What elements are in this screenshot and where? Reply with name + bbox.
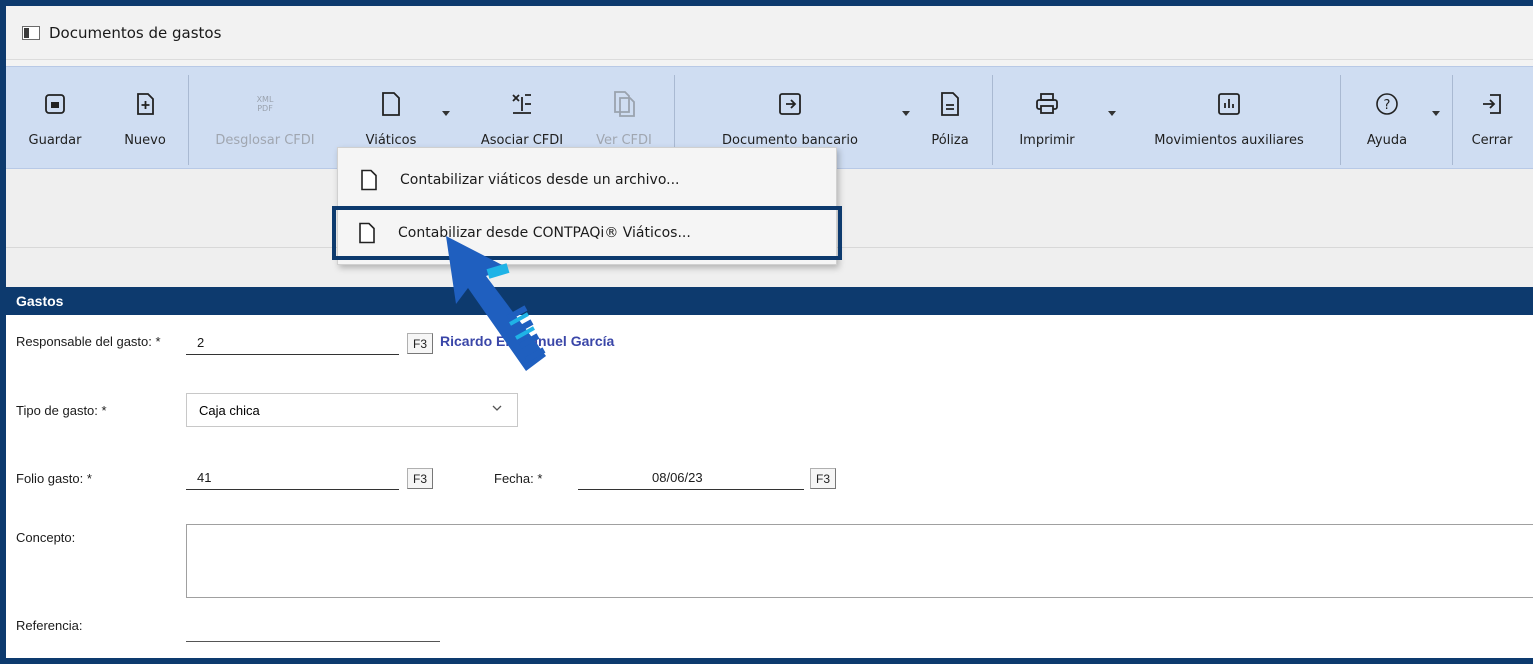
window-title: Documentos de gastos: [49, 23, 222, 42]
folio-gasto-label: Folio gasto: *: [16, 471, 92, 486]
save-label: Guardar: [28, 133, 82, 148]
referencia-input[interactable]: [186, 641, 440, 642]
fecha-f3-button[interactable]: F3: [810, 468, 836, 489]
help-label: Ayuda: [1366, 133, 1408, 148]
exit-icon: [1480, 87, 1504, 121]
fecha-label: Fecha: *: [494, 471, 543, 486]
menu-item-from-contpaqi-viaticos[interactable]: Contabilizar desde CONTPAQi® Viáticos...: [332, 206, 842, 260]
printer-icon: [1035, 87, 1059, 121]
close-label: Cerrar: [1471, 133, 1513, 148]
print-dropdown-caret-icon[interactable]: [1108, 111, 1116, 116]
svg-text:XML: XML: [257, 95, 274, 104]
separator: [992, 75, 993, 165]
document-icon: [380, 87, 402, 121]
menu-item-label: Contabilizar desde CONTPAQi® Viáticos...: [398, 225, 691, 241]
responsable-f3-button[interactable]: F3: [407, 333, 433, 354]
xml-pdf-icon: XML PDF: [252, 87, 278, 121]
viaticos-dropdown-caret-icon[interactable]: [442, 111, 450, 116]
new-button[interactable]: Nuevo: [110, 87, 180, 167]
folio-gasto-input[interactable]: 41: [197, 470, 211, 485]
title-bar: Documentos de gastos: [6, 6, 1533, 60]
auxiliary-movements-label: Movimientos auxiliares: [1154, 133, 1304, 148]
responsable-underline: [186, 354, 399, 355]
window-icon: [22, 25, 40, 40]
save-button[interactable]: Guardar: [16, 87, 94, 167]
new-label: Nuevo: [124, 133, 166, 148]
folio-f3-button[interactable]: F3: [407, 468, 433, 489]
print-label: Imprimir: [1019, 133, 1075, 148]
poliza-icon: [939, 87, 961, 121]
referencia-label: Referencia:: [16, 618, 83, 633]
print-button[interactable]: Imprimir: [1000, 87, 1094, 167]
help-button[interactable]: ? Ayuda: [1350, 87, 1424, 167]
fecha-underline: [578, 489, 804, 490]
section-title: Gastos: [16, 293, 64, 309]
responsable-name: Ricardo Emmanuel García: [440, 333, 615, 349]
tipo-gasto-label: Tipo de gasto: *: [16, 403, 107, 418]
associate-icon: [509, 87, 535, 121]
fecha-input[interactable]: 08/06/23: [652, 470, 703, 485]
concepto-label: Concepto:: [16, 530, 76, 545]
responsable-input[interactable]: 2: [197, 335, 204, 350]
app-window: Documentos de gastos Guardar Nuevo XML PD…: [0, 0, 1533, 664]
view-cfdi-label: Ver CFDI: [596, 133, 652, 148]
section-header: Gastos: [6, 287, 1533, 315]
svg-text:PDF: PDF: [257, 104, 273, 113]
breakdown-cfdi-label: Desglosar CFDI: [215, 133, 315, 148]
new-document-icon: [135, 87, 155, 121]
expense-form: Responsable del gasto: * 2 F3 Ricardo Em…: [6, 315, 1533, 658]
help-dropdown-caret-icon[interactable]: [1432, 111, 1440, 116]
breakdown-cfdi-button[interactable]: XML PDF Desglosar CFDI: [200, 87, 330, 167]
document-icon: [336, 222, 398, 244]
save-icon: [44, 87, 66, 121]
svg-text:?: ?: [1384, 98, 1391, 113]
poliza-button[interactable]: Póliza: [916, 87, 984, 167]
close-button[interactable]: Cerrar: [1460, 87, 1524, 167]
viaticos-dropdown-menu: Contabilizar viáticos desde un archivo..…: [332, 147, 842, 265]
bank-document-icon: [777, 87, 803, 121]
bank-document-dropdown-caret-icon[interactable]: [902, 111, 910, 116]
separator: [188, 75, 189, 165]
concepto-textarea[interactable]: [186, 524, 1533, 598]
menu-item-label: Contabilizar viáticos desde un archivo..…: [400, 172, 680, 188]
viaticos-label: Viáticos: [365, 133, 417, 148]
separator: [1452, 75, 1453, 165]
chevron-down-icon: [491, 402, 503, 417]
tipo-gasto-value: Caja chica: [199, 402, 260, 418]
tipo-gasto-select[interactable]: Caja chica: [186, 393, 518, 427]
bar-chart-icon: [1217, 87, 1241, 121]
menu-item-from-file[interactable]: Contabilizar viáticos desde un archivo..…: [338, 152, 838, 208]
poliza-label: Póliza: [931, 133, 969, 148]
copy-document-icon: [612, 87, 636, 121]
folio-underline: [186, 489, 399, 490]
bank-document-label: Documento bancario: [722, 133, 858, 148]
help-icon: ?: [1375, 87, 1399, 121]
responsable-label: Responsable del gasto: *: [16, 334, 161, 349]
separator: [1340, 75, 1341, 165]
associate-cfdi-label: Asociar CFDI: [480, 133, 564, 148]
document-icon: [338, 169, 400, 191]
auxiliary-movements-button[interactable]: Movimientos auxiliares: [1124, 87, 1334, 167]
